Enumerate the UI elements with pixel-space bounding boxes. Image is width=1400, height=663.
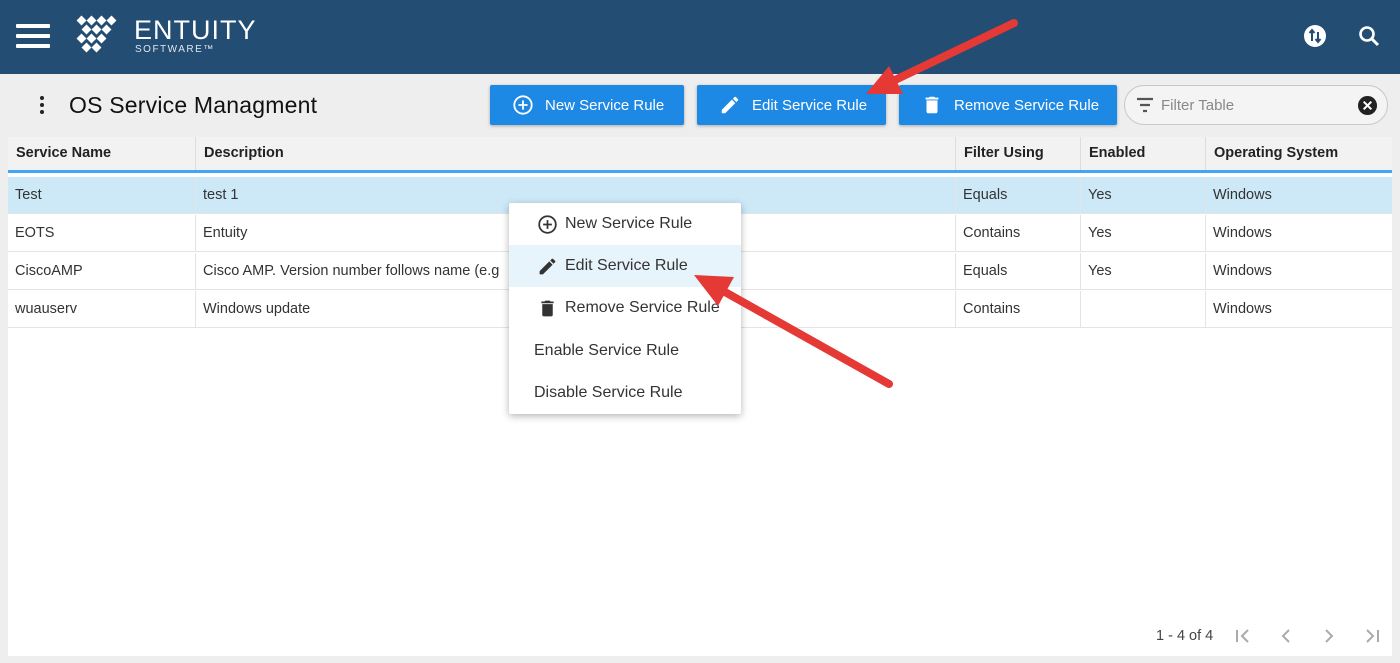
cell-operating-system: Windows bbox=[1213, 263, 1272, 279]
context-menu-item-new[interactable]: New Service Rule bbox=[509, 203, 741, 245]
column-header-enabled[interactable]: Enabled bbox=[1081, 137, 1206, 170]
cell-enabled: Yes bbox=[1081, 177, 1206, 214]
filter-table-field[interactable] bbox=[1124, 85, 1388, 125]
new-service-rule-button[interactable]: New Service Rule bbox=[490, 85, 684, 125]
cell-enabled: Yes bbox=[1081, 215, 1206, 252]
remove-service-rule-button[interactable]: Remove Service Rule bbox=[899, 85, 1117, 125]
cell-enabled bbox=[1081, 291, 1206, 328]
context-menu-label: Remove Service Rule bbox=[565, 299, 720, 316]
edit-service-rule-button[interactable]: Edit Service Rule bbox=[697, 85, 886, 125]
filter-table-input[interactable] bbox=[1161, 94, 1351, 116]
table-header: Service Name Description Filter Using En… bbox=[8, 137, 1392, 173]
menu-icon[interactable] bbox=[16, 24, 50, 48]
brand-subtitle: SOFTWARE™ bbox=[135, 44, 215, 55]
filter-icon bbox=[1137, 97, 1153, 113]
context-menu-label: Edit Service Rule bbox=[565, 257, 688, 274]
cell-enabled: Yes bbox=[1081, 253, 1206, 290]
column-header-filter-using[interactable]: Filter Using bbox=[956, 137, 1081, 170]
pencil-icon bbox=[721, 96, 739, 114]
previous-page-icon[interactable] bbox=[1276, 626, 1296, 646]
brand-name: ENTUITY bbox=[134, 15, 257, 45]
sync-icon[interactable] bbox=[1303, 24, 1327, 48]
cell-filter-using: Equals bbox=[956, 253, 1081, 290]
cell-filter-using: Contains bbox=[956, 291, 1081, 328]
trash-icon bbox=[925, 96, 939, 114]
next-page-icon[interactable] bbox=[1319, 626, 1339, 646]
first-page-icon[interactable] bbox=[1233, 626, 1253, 646]
top-app-bar: ENTUITY SOFTWARE™ bbox=[0, 0, 1400, 74]
page-toolbar: OS Service Managment New Service Rule Ed… bbox=[0, 74, 1400, 137]
cell-operating-system: Windows bbox=[1213, 225, 1272, 241]
new-service-rule-label: New Service Rule bbox=[545, 96, 665, 114]
column-header-description[interactable]: Description bbox=[196, 137, 956, 170]
cell-operating-system: Windows bbox=[1213, 301, 1272, 317]
add-circle-icon bbox=[538, 215, 557, 234]
trash-icon bbox=[541, 300, 554, 317]
remove-service-rule-label: Remove Service Rule bbox=[954, 96, 1100, 114]
cell-filter-using: Equals bbox=[956, 177, 1081, 214]
page-title: OS Service Managment bbox=[69, 92, 318, 118]
context-menu-label: Enable Service Rule bbox=[534, 342, 679, 359]
cell-operating-system: Windows bbox=[1213, 187, 1272, 203]
search-icon[interactable] bbox=[1357, 24, 1381, 48]
more-options-icon[interactable] bbox=[36, 96, 48, 118]
entuity-logo-icon bbox=[76, 15, 117, 53]
cell-service-name: wuauserv bbox=[8, 291, 196, 328]
cell-service-name: CiscoAMP bbox=[8, 253, 196, 290]
add-circle-icon bbox=[513, 95, 533, 115]
cell-service-name: Test bbox=[8, 177, 196, 214]
clear-icon[interactable] bbox=[1357, 95, 1378, 116]
column-header-service-name[interactable]: Service Name bbox=[8, 137, 196, 170]
context-menu-item-disable[interactable]: Disable Service Rule bbox=[509, 372, 741, 414]
edit-service-rule-label: Edit Service Rule bbox=[752, 96, 868, 114]
context-menu-label: New Service Rule bbox=[565, 215, 693, 232]
cell-filter-using: Contains bbox=[956, 215, 1081, 252]
context-menu-item-edit[interactable]: Edit Service Rule bbox=[509, 245, 741, 287]
column-header-operating-system[interactable]: Operating System bbox=[1206, 137, 1392, 170]
pencil-icon bbox=[539, 258, 556, 275]
pagination-range: 1 - 4 of 4 bbox=[1156, 628, 1214, 644]
row-context-menu: New Service Rule Edit Service Rule Remov… bbox=[509, 203, 741, 414]
context-menu-label: Disable Service Rule bbox=[534, 384, 683, 401]
context-menu-item-enable[interactable]: Enable Service Rule bbox=[509, 330, 741, 372]
last-page-icon[interactable] bbox=[1362, 626, 1382, 646]
context-menu-item-remove[interactable]: Remove Service Rule bbox=[509, 287, 741, 329]
cell-service-name: EOTS bbox=[8, 215, 196, 252]
